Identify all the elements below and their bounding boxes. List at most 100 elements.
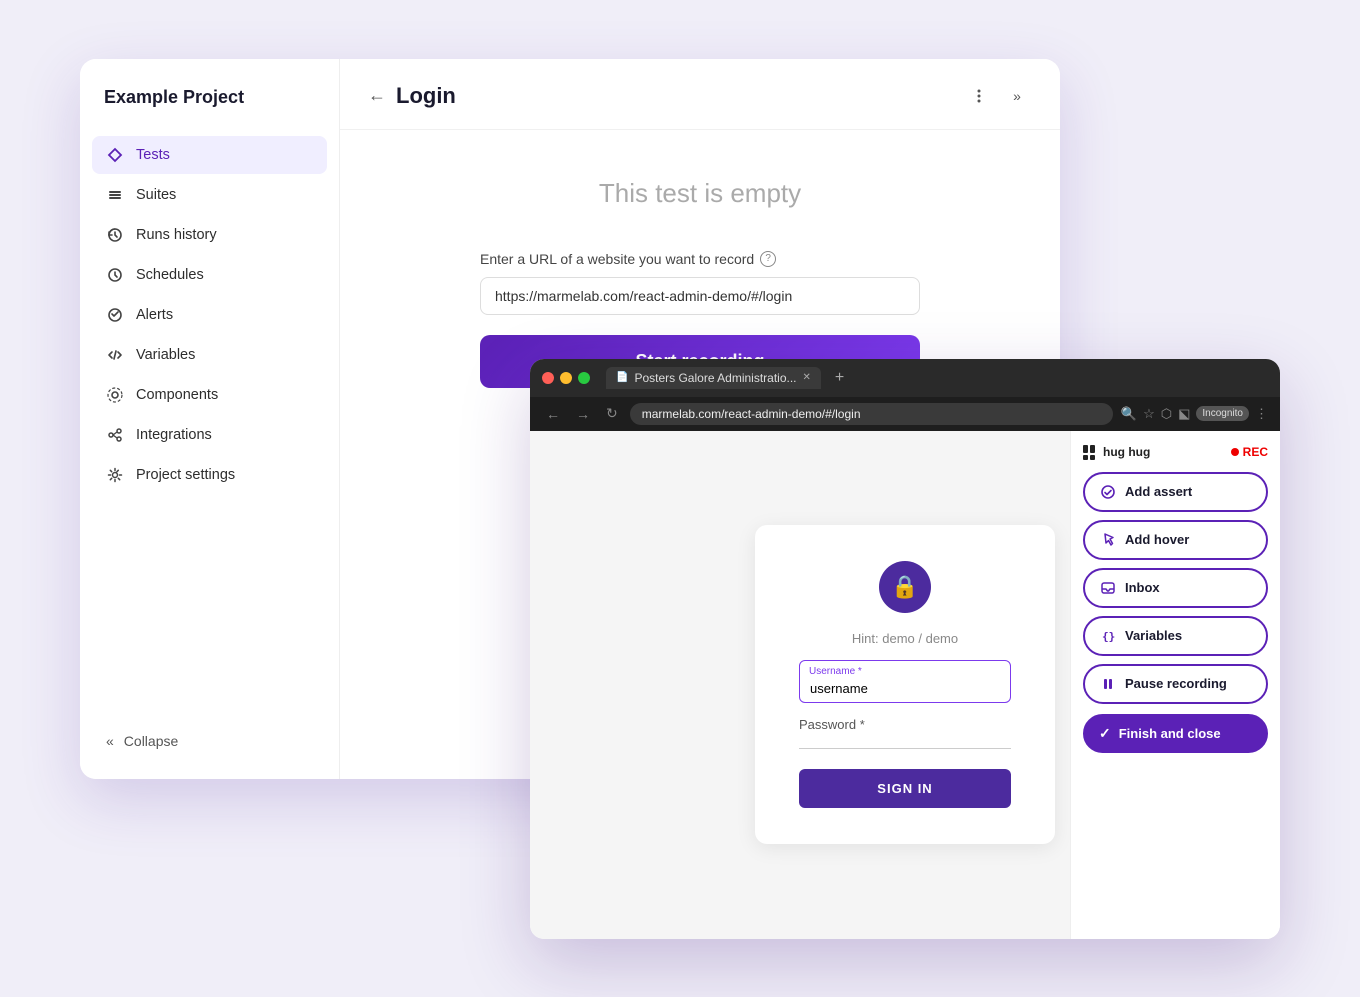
collapse-panel-button[interactable]: » [1002, 81, 1032, 111]
sidebar-label-tests: Tests [136, 147, 170, 163]
tab-favicon: 📄 [616, 372, 628, 383]
settings-icon [106, 466, 124, 484]
project-name: Example Project [80, 87, 339, 136]
collapse-button[interactable]: « Collapse [80, 723, 339, 759]
collapse-chevron-icon: « [106, 733, 114, 749]
logo-icon [1083, 445, 1095, 460]
page-title: Login [396, 83, 456, 109]
password-label: Password * [799, 717, 1011, 732]
inbox-icon [1099, 579, 1117, 597]
pause-recording-button[interactable]: Pause recording [1083, 664, 1268, 704]
browser-window: 📄 Posters Galore Administratio... ✕ + ← … [530, 359, 1280, 939]
rec-logo: hug hug [1083, 445, 1150, 460]
alerts-icon [106, 306, 124, 324]
inbox-button[interactable]: Inbox [1083, 568, 1268, 608]
back-nav-button[interactable]: ← [542, 404, 564, 424]
password-field-wrapper: Password * [799, 717, 1011, 749]
incognito-badge: Incognito [1196, 406, 1249, 421]
finish-close-button[interactable]: ✓ Finish and close [1083, 714, 1268, 753]
close-traffic-light[interactable] [542, 372, 554, 384]
diamond-icon [106, 146, 124, 164]
sidebar-item-variables[interactable]: Variables [92, 336, 327, 374]
maximize-traffic-light[interactable] [578, 372, 590, 384]
svg-text:{}: {} [1102, 630, 1115, 643]
header-left: ← Login [368, 83, 456, 109]
rec-label: REC [1243, 445, 1268, 459]
sidebar-item-runs-history[interactable]: Runs history [92, 216, 327, 254]
variables-button[interactable]: {} Variables [1083, 616, 1268, 656]
sidebar-label-integrations: Integrations [136, 427, 212, 443]
history-icon [106, 226, 124, 244]
variables-icon: {} [1099, 627, 1117, 645]
username-label: Username * [809, 666, 862, 677]
password-input[interactable] [799, 736, 1011, 749]
url-input[interactable] [480, 277, 920, 315]
sidebar: Example Project Tests [80, 59, 340, 779]
collapse-label: Collapse [124, 733, 178, 749]
refresh-button[interactable]: ↻ [602, 403, 622, 424]
add-assert-button[interactable]: Add assert [1083, 472, 1268, 512]
components-icon [106, 386, 124, 404]
sign-in-button[interactable]: SIGN IN [799, 769, 1011, 808]
add-assert-label: Add assert [1125, 484, 1192, 499]
header-actions: » [964, 81, 1032, 111]
checkmark-icon: ✓ [1099, 725, 1111, 742]
login-hint: Hint: demo / demo [852, 631, 958, 646]
assert-icon [1099, 483, 1117, 501]
address-bar[interactable] [630, 403, 1113, 425]
traffic-lights [542, 372, 590, 384]
tab-title: Posters Galore Administratio... [634, 371, 796, 385]
code-icon [106, 346, 124, 364]
url-section: Enter a URL of a website you want to rec… [480, 251, 920, 315]
sidebar-item-components[interactable]: Components [92, 376, 327, 414]
sidebar-label-components: Components [136, 387, 218, 403]
sidebar-label-alerts: Alerts [136, 307, 173, 323]
help-icon[interactable]: ? [760, 251, 776, 267]
browser-body: 🔒 Hint: demo / demo Username * Password … [530, 431, 1280, 939]
browser-titlebar: 📄 Posters Galore Administratio... ✕ + [530, 359, 1280, 397]
sidebar-label-project-settings: Project settings [136, 467, 235, 483]
logo-text: hug hug [1103, 445, 1150, 459]
more-options-button[interactable] [964, 81, 994, 111]
pause-icon [1099, 675, 1117, 693]
recording-panel: hug hug REC Add assert [1070, 431, 1280, 939]
search-browser-icon[interactable]: 🔍 [1121, 406, 1137, 422]
integrations-icon [106, 426, 124, 444]
sidebar-label-suites: Suites [136, 187, 176, 203]
sidebar-label-schedules: Schedules [136, 267, 204, 283]
sidebar-item-alerts[interactable]: Alerts [92, 296, 327, 334]
browser-tools: 🔍 ☆ ⬡ ⬕ Incognito ⋮ [1121, 406, 1268, 422]
schedules-icon [106, 266, 124, 284]
variables-label: Variables [1125, 628, 1182, 643]
tab-close-button[interactable]: ✕ [803, 372, 811, 383]
finish-close-label: Finish and close [1119, 726, 1221, 741]
sidebar-item-schedules[interactable]: Schedules [92, 256, 327, 294]
sidebar-item-project-settings[interactable]: Project settings [92, 456, 327, 494]
browser-addressbar: ← → ↻ 🔍 ☆ ⬡ ⬕ Incognito ⋮ [530, 397, 1280, 431]
username-field-wrapper: Username * [799, 660, 1011, 703]
rec-dot [1231, 448, 1239, 456]
more-browser-icon[interactable]: ⋮ [1255, 406, 1268, 422]
inbox-label: Inbox [1125, 580, 1160, 595]
content-header: ← Login » [340, 59, 1060, 130]
forward-nav-button[interactable]: → [572, 404, 594, 424]
empty-state-title: This test is empty [599, 178, 801, 209]
star-icon[interactable]: ☆ [1143, 406, 1155, 422]
minimize-traffic-light[interactable] [560, 372, 572, 384]
pause-recording-label: Pause recording [1125, 676, 1227, 691]
rec-badge: REC [1231, 445, 1268, 459]
sidebar-item-tests[interactable]: Tests [92, 136, 327, 174]
lock-icon: 🔒 [879, 561, 931, 613]
hover-icon [1099, 531, 1117, 549]
back-button[interactable]: ← [368, 85, 386, 106]
add-hover-button[interactable]: Add hover [1083, 520, 1268, 560]
sidebar-item-integrations[interactable]: Integrations [92, 416, 327, 454]
layers-icon [106, 186, 124, 204]
rec-header: hug hug REC [1083, 445, 1268, 460]
new-tab-button[interactable]: + [835, 369, 844, 387]
extensions-icon[interactable]: ⬡ [1161, 406, 1172, 422]
sidebar-item-suites[interactable]: Suites [92, 176, 327, 214]
browser-tab[interactable]: 📄 Posters Galore Administratio... ✕ [606, 367, 821, 389]
pip-icon[interactable]: ⬕ [1178, 406, 1190, 422]
sidebar-label-variables: Variables [136, 347, 195, 363]
